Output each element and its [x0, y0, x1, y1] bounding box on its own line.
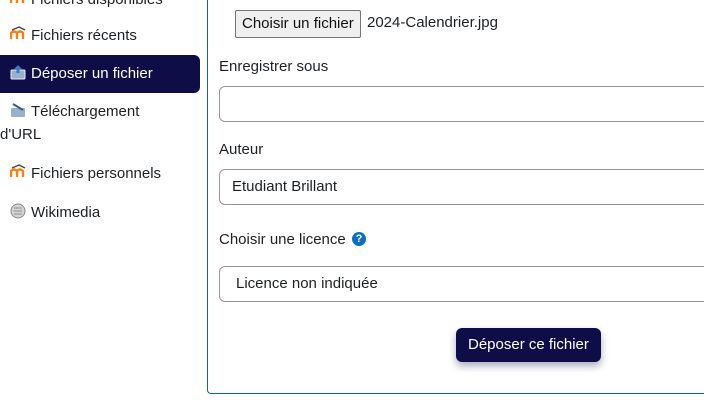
moodle-icon: [9, 26, 26, 42]
license-select[interactable]: Licence non indiquée: [219, 266, 704, 302]
selected-file-name: 2024-Calendrier.jpg: [367, 14, 498, 31]
sidebar-item-wikimedia[interactable]: Wikimedia: [0, 201, 200, 224]
sidebar-item-available-files[interactable]: Fichiers disponibles: [0, 0, 200, 11]
sidebar-item-url-download[interactable]: Téléchargement d'URL: [0, 100, 200, 146]
sidebar-item-label-line1: Téléchargement: [31, 103, 140, 120]
sidebar-item-upload-file[interactable]: Déposer un fichier: [0, 55, 200, 93]
url-download-icon: [10, 102, 26, 118]
help-icon[interactable]: ?: [352, 232, 366, 246]
author-input[interactable]: Etudiant Brillant: [219, 169, 704, 205]
sidebar-item-label: Déposer un fichier: [31, 65, 153, 82]
choose-file-button[interactable]: Choisir un fichier: [235, 10, 361, 38]
sidebar-item-label: Fichiers personnels: [31, 165, 162, 182]
license-label: Choisir une licence: [219, 231, 346, 248]
save-as-label: Enregistrer sous: [219, 58, 329, 75]
save-as-input[interactable]: [219, 86, 704, 122]
sidebar-item-label: Fichiers récents: [31, 27, 137, 44]
sidebar-item-personal-files[interactable]: Fichiers personnels: [0, 162, 200, 185]
upload-file-button[interactable]: Déposer ce fichier: [456, 328, 601, 362]
sidebar-item-label-line2: d'URL: [0, 126, 42, 143]
wikimedia-icon: [10, 203, 26, 219]
sidebar-item-label: Fichiers disponibles: [31, 0, 163, 8]
sidebar-item-label: Wikimedia: [31, 204, 101, 221]
author-label: Auteur: [219, 141, 264, 158]
upload-icon: [10, 57, 26, 80]
repository-sidebar: Fichiers disponibles Fichiers récents Dé…: [0, 0, 205, 400]
moodle-icon: [9, 164, 26, 180]
moodle-icon: [9, 0, 26, 6]
sidebar-item-recent-files[interactable]: Fichiers récents: [0, 24, 200, 47]
